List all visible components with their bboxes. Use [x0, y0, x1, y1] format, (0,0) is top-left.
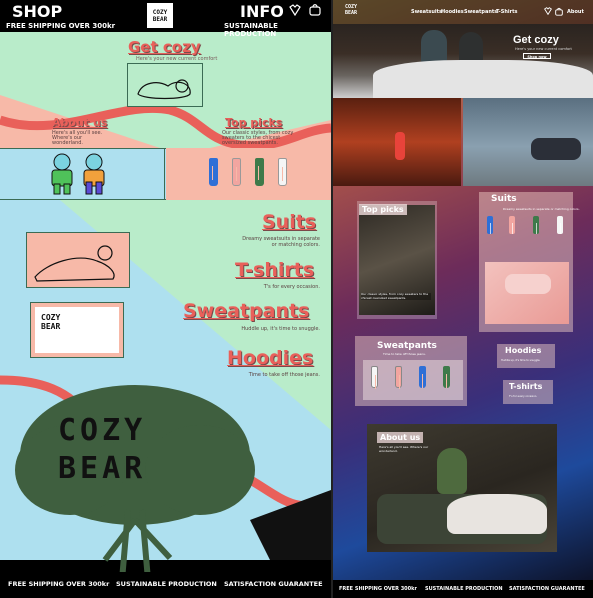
nav-item-sweatpants[interactable]: Sweatpants — [464, 9, 497, 15]
couch-person — [531, 138, 581, 160]
suit-pink — [509, 216, 515, 234]
suits-title[interactable]: Suits — [262, 211, 316, 233]
about-us-photo[interactable] — [367, 424, 557, 552]
top-picks-label[interactable]: Top picks — [359, 204, 407, 215]
hoodies-label[interactable]: Hoodies — [505, 346, 541, 355]
tshirt-print: COZY BEAR — [41, 313, 61, 331]
hoodies-text: Time to take off those jeans. — [248, 372, 320, 378]
couch-photo[interactable] — [463, 98, 593, 186]
sweatpants-text: Time to take off those jeans. — [383, 352, 426, 356]
pants-white — [278, 158, 287, 186]
nav-about-link[interactable]: About — [567, 9, 584, 15]
suits-model — [505, 274, 551, 294]
footer-shipping: FREE SHIPPING OVER 300kr — [8, 580, 110, 588]
pants-row — [202, 152, 302, 196]
tshirts-label[interactable]: T-shirts — [509, 382, 542, 391]
pants-panel[interactable] — [166, 148, 331, 200]
nav-item-tshirts[interactable]: T-Shirts — [496, 9, 517, 15]
about-us-label[interactable]: About us — [377, 432, 424, 443]
heart-icon[interactable] — [544, 7, 552, 15]
nav-item-hoodies[interactable]: Hoodies — [441, 9, 464, 15]
desktop-footer-sustainable: SUSTAINABLE PRODUCTION — [425, 586, 503, 592]
tshirts-title[interactable]: T-shirts — [235, 259, 314, 281]
tshirt-card: COZY BEAR — [35, 307, 119, 353]
free-shipping-text: FREE SHIPPING OVER 300kr — [6, 22, 116, 30]
heart-icon[interactable] — [289, 4, 301, 16]
suits-text: Dreamy sweatsuits in separate or matchin… — [242, 236, 320, 248]
about-us-text: Here's all you'll see. Where's our wonde… — [379, 445, 429, 453]
beach-photo[interactable] — [333, 98, 461, 186]
sweatpants-white — [371, 366, 378, 389]
top-picks-caption: Our classic styles, from cozy sweaters t… — [361, 292, 431, 300]
bag-icon[interactable] — [309, 3, 321, 16]
hero-subtitle: Here's your new current comfort — [515, 47, 572, 51]
hoodies-title[interactable]: Hoodies — [227, 347, 313, 369]
nav-item-sweatsuits[interactable]: Sweatsuits — [411, 9, 442, 15]
desktop-footer-shipping: FREE SHIPPING OVER 300kr — [339, 586, 417, 592]
mobile-header: SHOP FREE SHIPPING OVER 300kr COZY BEAR … — [0, 0, 331, 38]
sweatpants-label[interactable]: Sweatpants — [377, 341, 437, 351]
sweatpants-text: Huddle up, it's time to snuggle. — [241, 326, 320, 332]
about-blanket — [447, 494, 547, 534]
suit-white — [557, 216, 563, 234]
sweatpants-blue — [419, 366, 426, 388]
desktop-footer: FREE SHIPPING OVER 300kr SUSTAINABLE PRO… — [333, 580, 593, 598]
about-us-title[interactable]: About us — [52, 116, 107, 129]
get-cozy-image[interactable] — [127, 63, 203, 107]
suits-pants-row — [485, 214, 569, 254]
desktop-logo[interactable]: COZY BEAR — [345, 4, 367, 16]
suits-photo[interactable] — [485, 262, 569, 324]
about-us-text: Here's all you'll see. Where's our wonde… — [52, 130, 103, 146]
suits-label[interactable]: Suits — [491, 194, 517, 204]
top-picks-title[interactable]: Top picks — [225, 116, 282, 129]
sweatpants-pink — [395, 366, 402, 389]
desktop-mockup: COZY BEAR Sweatsuits Hoodies Sweatpants … — [333, 0, 593, 598]
bag-icon[interactable] — [555, 7, 563, 16]
mobile-mockup: SHOP FREE SHIPPING OVER 300kr COZY BEAR … — [0, 0, 331, 598]
hero-blanket — [373, 60, 593, 98]
sleeping-bear-icon — [137, 79, 191, 100]
logo[interactable]: COZY BEAR — [147, 3, 173, 28]
beach-person — [395, 132, 405, 160]
logo-text: COZY BEAR — [152, 9, 168, 23]
sustainable-text: SUSTAINABLE PRODUCTION — [224, 22, 278, 38]
desktop-nav: COZY BEAR Sweatsuits Hoodies Sweatpants … — [333, 0, 593, 24]
tree-text: COZY BEAR — [58, 413, 147, 486]
get-cozy-subtitle: Here's your new current comfort — [136, 56, 218, 62]
bears-panel[interactable] — [0, 148, 165, 200]
suit-blue — [487, 216, 493, 234]
footer-sustainable: SUSTAINABLE PRODUCTION — [116, 580, 217, 588]
about-person-1 — [437, 448, 467, 494]
info-link[interactable]: INFO — [240, 2, 284, 21]
tshirts-text: T's for every occasion. — [509, 395, 538, 398]
desktop-footer-satisfaction: SATISFACTION GUARANTEE — [509, 586, 585, 592]
get-cozy-title[interactable]: Get cozy — [128, 38, 201, 56]
sweatpants-title[interactable]: Sweatpants — [183, 300, 309, 322]
sweatpants-green — [443, 366, 450, 388]
suits-text: Dreamy sweatsuits in separate or matchin… — [503, 207, 580, 211]
hoodies-text: Huddle up, it's time to snuggle. — [501, 359, 541, 362]
pants-green — [255, 158, 264, 186]
pants-blue — [209, 158, 218, 186]
tshirts-text: T's for every occasion. — [263, 284, 320, 290]
mobile-footer: FREE SHIPPING OVER 300kr SUSTAINABLE PRO… — [0, 572, 331, 598]
shop-link[interactable]: SHOP — [12, 2, 62, 21]
hero-title[interactable]: Get cozy — [513, 34, 559, 46]
sweatpants-row — [363, 360, 463, 400]
pants-pink — [232, 158, 241, 186]
top-picks-text: Our classic styles, from cozy sweaters t… — [222, 130, 294, 146]
hero-person-1 — [421, 30, 447, 64]
suits-image[interactable] — [26, 232, 130, 288]
suit-green — [533, 216, 539, 234]
hero-shop-button[interactable]: Shop now — [523, 53, 551, 59]
tshirt-image[interactable]: COZY BEAR — [30, 302, 124, 358]
footer-satisfaction: SATISFACTION GUARANTEE — [224, 580, 323, 588]
lounging-person-icon — [34, 245, 115, 282]
top-picks-card[interactable] — [357, 201, 437, 319]
bear-mascots-icon — [51, 153, 105, 195]
